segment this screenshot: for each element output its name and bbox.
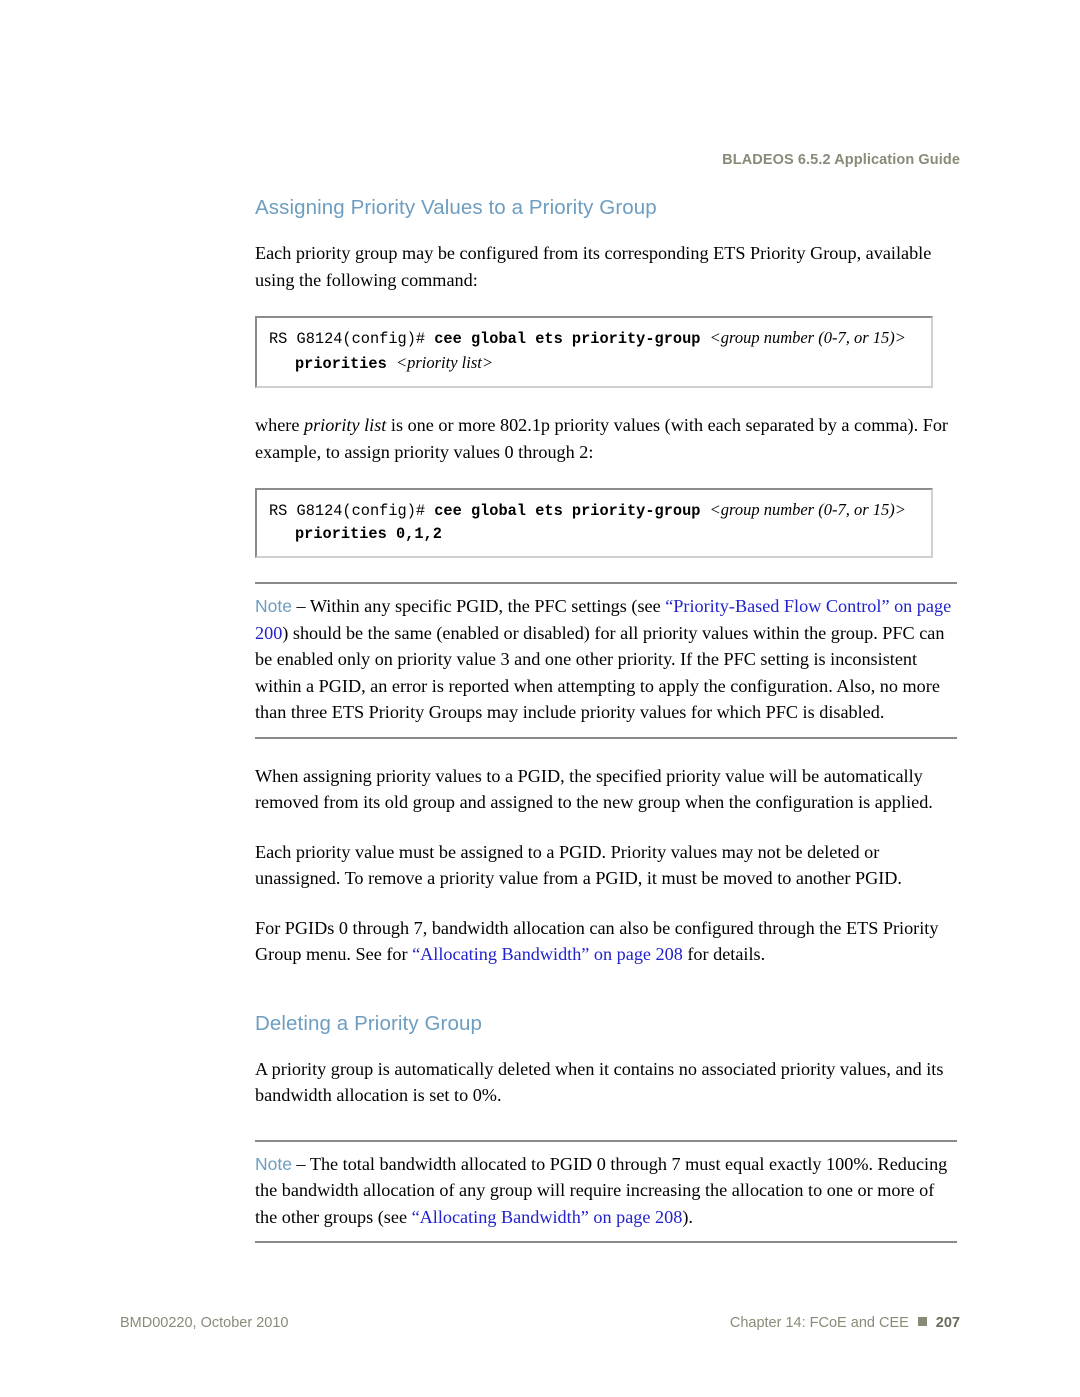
cli-command-line: priorities <priority list> — [269, 351, 921, 376]
footer-document-id: BMD00220, October 2010 — [120, 1315, 289, 1331]
note-paragraph: Note – The total bandwidth allocated to … — [255, 1151, 957, 1231]
bandwidth-text-post: for details. — [682, 944, 766, 964]
footer-chapter-group: Chapter 14: FCoE and CEE 207 — [730, 1315, 960, 1331]
note-dash: – — [291, 596, 310, 616]
note-block-bandwidth: Note – The total bandwidth allocated to … — [255, 1139, 957, 1243]
where-text-pre: where — [255, 415, 304, 435]
cli-command: cee global ets priority-group — [434, 502, 710, 520]
cli-variable: <priority list> — [395, 353, 493, 372]
cli-command-line: RS G8124(config)# cee global ets priorit… — [269, 326, 921, 351]
where-italic-term: priority list — [303, 415, 387, 435]
cli-command-line: priorities 0,1,2 — [269, 523, 921, 546]
page-title: Assigning Priority Values to a Priority … — [255, 196, 657, 219]
note-label: Note — [255, 596, 292, 616]
intro-paragraph: Each priority group may be configured fr… — [255, 243, 932, 290]
cli-variable: <group number (0-7, or 15)> — [709, 328, 906, 347]
cli-command: cee global ets priority-group — [434, 330, 710, 348]
note-text-post: ) should be the same (enabled or disable… — [255, 622, 945, 723]
document-page: BLADEOS 6.5.2 Application Guide Assignin… — [0, 0, 1080, 1397]
cross-reference-link[interactable]: “Allocating Bandwidth” on page 208 — [412, 944, 683, 964]
page-content: Assigning Priority Values to a Priority … — [255, 196, 957, 1267]
note-text-pre: Within any specific PGID, the PFC settin… — [309, 596, 666, 616]
cli-code-block-2: RS G8124(config)# cee global ets priorit… — [255, 488, 933, 558]
assign-removed-paragraph: When assigning priority values to a PGID… — [255, 765, 933, 813]
cli-variable: <group number (0-7, or 15)> — [709, 500, 906, 519]
running-header: BLADEOS 6.5.2 Application Guide — [722, 152, 960, 168]
must-assign-paragraph: Each priority value must be assigned to … — [255, 841, 902, 889]
cli-code-block-1: RS G8124(config)# cee global ets priorit… — [255, 316, 933, 388]
note-paragraph: Note – Within any specific PGID, the PFC… — [255, 593, 957, 726]
deleting-body-paragraph: A priority group is automatically delete… — [255, 1058, 944, 1106]
cli-command: priorities 0,1,2 — [295, 525, 442, 543]
cli-command-line: RS G8124(config)# cee global ets priorit… — [269, 498, 921, 523]
footer-page-number: 207 — [935, 1315, 960, 1331]
footer-chapter-label: Chapter 14: FCoE and CEE — [729, 1315, 909, 1331]
note-block-pfc: Note – Within any specific PGID, the PFC… — [255, 582, 957, 739]
section-title-deleting: Deleting a Priority Group — [255, 1011, 482, 1035]
where-paragraph: where priority list is one or more 802.1… — [255, 412, 957, 465]
cli-command: priorities — [295, 355, 396, 373]
note-dash: – — [291, 1153, 310, 1174]
note-text-post: ). — [682, 1206, 693, 1227]
note-label: Note — [255, 1153, 292, 1174]
page-footer: BMD00220, October 2010 Chapter 14: FCoE … — [0, 1247, 1080, 1397]
cli-prompt: RS G8124(config)# — [269, 502, 435, 520]
cli-prompt: RS G8124(config)# — [269, 330, 435, 348]
cross-reference-link[interactable]: “Allocating Bandwidth” on page 208 — [412, 1207, 683, 1227]
square-bullet-icon — [917, 1317, 927, 1326]
bandwidth-paragraph: For PGIDs 0 through 7, bandwidth allocat… — [255, 915, 957, 968]
